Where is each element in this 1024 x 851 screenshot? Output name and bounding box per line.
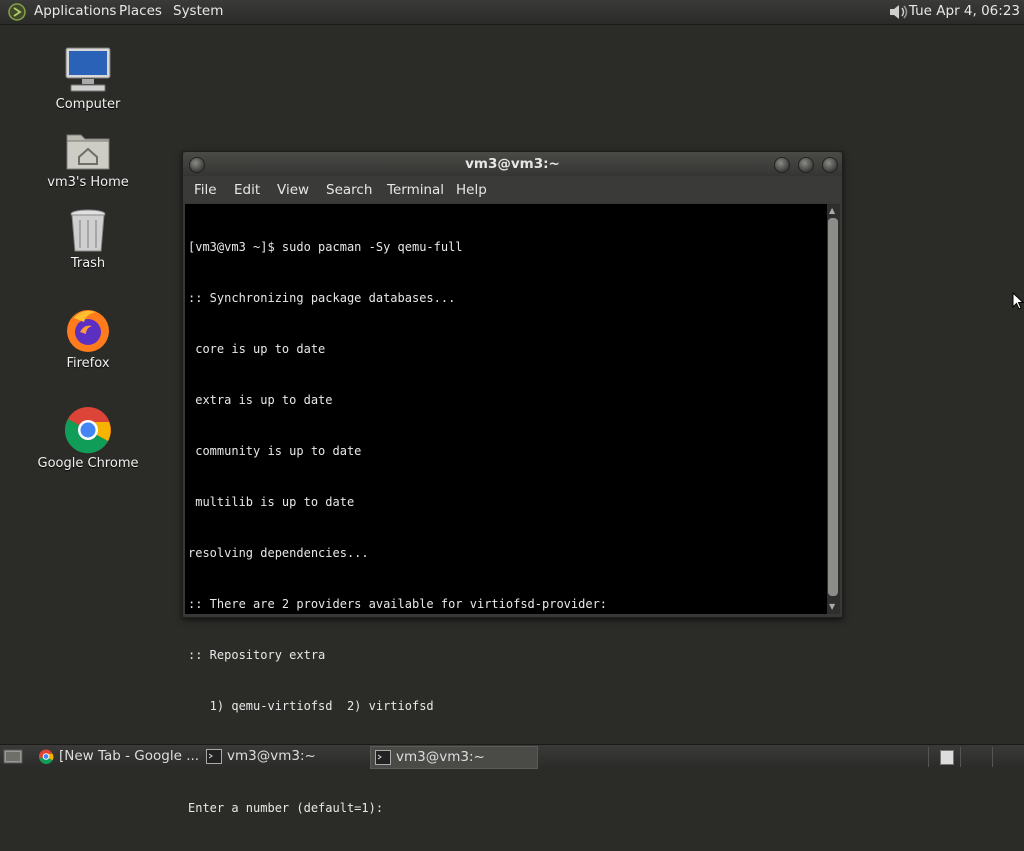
window-titlebar[interactable]: vm3@vm3:~ xyxy=(183,152,842,176)
trash-icon xyxy=(70,209,106,252)
taskbar-item-chrome[interactable]: [New Tab - Google ... xyxy=(34,746,200,767)
gnome-foot-icon[interactable] xyxy=(8,3,26,21)
terminal-line: :: There are 2 providers available for v… xyxy=(188,597,608,611)
terminal-line: :: Synchronizing package databases... xyxy=(188,291,456,305)
show-desktop-icon[interactable] xyxy=(3,748,23,765)
computer-icon xyxy=(65,47,111,92)
speaker-icon[interactable] xyxy=(886,2,910,22)
terminal-output[interactable]: [vm3@vm3 ~]$ sudo pacman -Sy qemu-full :… xyxy=(185,204,827,815)
workspace-2[interactable] xyxy=(960,747,993,767)
terminal-line: [vm3@vm3 ~]$ sudo pacman -Sy qemu-full xyxy=(188,240,463,254)
mouse-pointer-icon xyxy=(1012,292,1024,310)
terminal-icon xyxy=(375,750,391,765)
desktop-icon-home[interactable]: vm3's Home xyxy=(33,127,143,190)
menu-terminal[interactable]: Terminal xyxy=(387,182,444,198)
desktop-icon-firefox[interactable]: Firefox xyxy=(33,306,143,371)
terminal-icon xyxy=(206,749,222,764)
menu-system[interactable]: System xyxy=(173,3,223,19)
scroll-down-icon[interactable]: ▼ xyxy=(829,602,835,611)
window-title: vm3@vm3:~ xyxy=(465,156,560,172)
desktop-icon-computer[interactable]: Computer xyxy=(33,45,143,112)
maximize-button[interactable] xyxy=(798,157,814,173)
top-panel: Applications Places System Tue Apr 4, 06… xyxy=(0,0,1024,25)
scroll-up-icon[interactable]: ▲ xyxy=(829,206,835,215)
menu-help[interactable]: Help xyxy=(456,182,487,198)
menu-view[interactable]: View xyxy=(277,182,309,198)
terminal-window[interactable]: vm3@vm3:~ File Edit View Search Terminal… xyxy=(182,151,843,815)
desktop-icon-chrome[interactable]: Google Chrome xyxy=(33,406,143,471)
terminal-scrollbar[interactable]: ▲ ▼ xyxy=(827,204,840,614)
bottom-taskbar: [New Tab - Google ... vm3@vm3:~ vm3@vm3:… xyxy=(0,744,1024,769)
terminal-menubar: File Edit View Search Terminal Help xyxy=(183,176,842,202)
desktop-icon-label: Computer xyxy=(55,97,121,112)
firefox-icon xyxy=(67,310,109,352)
menu-applications[interactable]: Applications xyxy=(34,3,116,19)
terminal-line: :: Repository extra xyxy=(188,648,326,662)
chrome-icon xyxy=(64,407,111,454)
taskbar-item-label: [New Tab - Google ... xyxy=(59,748,200,764)
terminal-line: multilib is up to date xyxy=(188,495,355,509)
taskbar-item-label: vm3@vm3:~ xyxy=(396,749,485,765)
workspace-1[interactable] xyxy=(928,747,961,767)
terminal-line: resolving dependencies... xyxy=(188,546,369,560)
desktop-icon-trash[interactable]: Trash xyxy=(33,208,143,271)
taskbar-item-terminal-active[interactable]: vm3@vm3:~ xyxy=(370,746,538,769)
desktop-icon-label: Trash xyxy=(70,256,106,271)
terminal-line: extra is up to date xyxy=(188,393,333,407)
taskbar-item-terminal[interactable]: vm3@vm3:~ xyxy=(202,746,366,767)
home-folder-icon xyxy=(66,134,110,170)
menu-edit[interactable]: Edit xyxy=(234,182,260,198)
chrome-icon xyxy=(38,749,54,764)
minimize-button[interactable] xyxy=(774,157,790,173)
terminal-line: community is up to date xyxy=(188,444,362,458)
taskbar-item-label: vm3@vm3:~ xyxy=(227,748,316,764)
desktop-icon-label: Google Chrome xyxy=(37,456,139,471)
terminal-prompt-line: Enter a number (default=1): xyxy=(188,801,384,815)
scrollbar-thumb[interactable] xyxy=(828,218,838,596)
menu-search[interactable]: Search xyxy=(326,182,372,198)
desktop-icon-label: Firefox xyxy=(66,356,110,371)
close-button[interactable] xyxy=(822,157,838,173)
terminal-line: core is up to date xyxy=(188,342,326,356)
workspace-3[interactable] xyxy=(992,747,1024,767)
menu-file[interactable]: File xyxy=(194,182,217,198)
clock[interactable]: Tue Apr 4, 06:23 xyxy=(909,3,1020,19)
menu-places[interactable]: Places xyxy=(119,3,162,19)
desktop-icon-label: vm3's Home xyxy=(47,175,129,190)
terminal-line: 1) qemu-virtiofsd 2) virtiofsd xyxy=(188,699,434,713)
